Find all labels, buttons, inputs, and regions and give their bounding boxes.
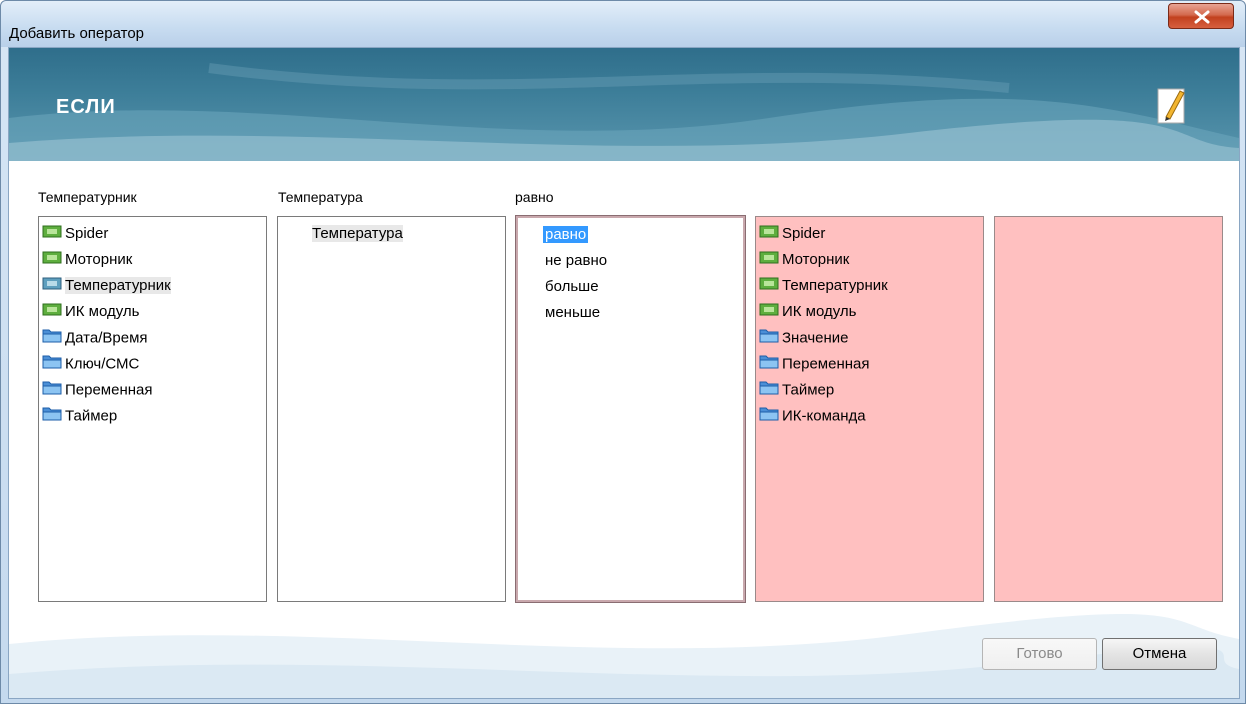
list-item[interactable]: Spider bbox=[42, 223, 108, 245]
list-item[interactable]: Температурник bbox=[759, 275, 888, 297]
device-list[interactable]: Spider Моторник Температурник ИК модуль … bbox=[38, 216, 267, 602]
folder-icon bbox=[42, 407, 62, 421]
header-banner: ЕСЛИ bbox=[9, 48, 1239, 161]
folder-icon bbox=[759, 329, 779, 343]
folder-icon bbox=[42, 381, 62, 395]
value-list[interactable]: Spider Моторник Температурник ИК модуль … bbox=[755, 216, 984, 602]
list-item[interactable]: ИК-команда bbox=[759, 405, 866, 427]
column-label-device: Температурник bbox=[38, 189, 137, 205]
cancel-button[interactable]: Отмена bbox=[1102, 638, 1217, 670]
dialog-window: Добавить оператор ЕСЛИ Температурник Тем… bbox=[0, 0, 1246, 704]
device-icon bbox=[42, 225, 62, 238]
close-icon bbox=[1194, 10, 1210, 24]
device-icon bbox=[42, 251, 62, 264]
folder-icon bbox=[759, 355, 779, 369]
folder-icon bbox=[759, 381, 779, 395]
device-icon bbox=[759, 277, 779, 290]
device-icon bbox=[42, 277, 62, 290]
device-icon bbox=[42, 303, 62, 316]
list-item[interactable]: Переменная bbox=[759, 353, 870, 375]
column-label-parameter: Температура bbox=[278, 189, 363, 205]
list-item[interactable]: Моторник bbox=[759, 249, 849, 271]
window-title: Добавить оператор bbox=[9, 25, 145, 42]
list-item[interactable]: больше bbox=[545, 276, 599, 298]
done-button[interactable]: Готово bbox=[982, 638, 1097, 670]
list-item[interactable]: ИК модуль bbox=[759, 301, 857, 323]
banner-title: ЕСЛИ bbox=[56, 96, 116, 118]
banner-waves bbox=[9, 63, 1239, 161]
device-icon bbox=[759, 251, 779, 264]
list-item[interactable]: Дата/Время bbox=[42, 327, 148, 349]
parameter-list[interactable]: Температура bbox=[277, 216, 506, 602]
list-item[interactable]: Значение bbox=[759, 327, 849, 349]
folder-icon bbox=[42, 355, 62, 369]
list-item[interactable]: Таймер bbox=[42, 405, 117, 427]
extra-value-list[interactable] bbox=[994, 216, 1223, 602]
list-item[interactable]: Температура bbox=[312, 223, 403, 245]
folder-icon bbox=[42, 329, 62, 343]
device-icon bbox=[759, 303, 779, 316]
folder-icon bbox=[759, 407, 779, 421]
title-bar[interactable]: Добавить оператор bbox=[1, 1, 1245, 47]
list-item[interactable]: Ключ/СМС bbox=[42, 353, 139, 375]
list-item[interactable]: Spider bbox=[759, 223, 825, 245]
list-item[interactable]: Моторник bbox=[42, 249, 132, 271]
list-item[interactable]: ИК модуль bbox=[42, 301, 140, 323]
edit-icon bbox=[1157, 88, 1185, 124]
list-item[interactable]: Температурник bbox=[42, 275, 171, 297]
list-item[interactable]: меньше bbox=[545, 302, 600, 324]
list-item[interactable]: равно bbox=[543, 224, 589, 246]
list-item[interactable]: Таймер bbox=[759, 379, 834, 401]
list-item[interactable]: Переменная bbox=[42, 379, 153, 401]
device-icon bbox=[759, 225, 779, 238]
close-button[interactable] bbox=[1168, 3, 1234, 29]
operator-list[interactable]: равно не равно больше меньше bbox=[515, 215, 746, 603]
column-label-operator: равно bbox=[515, 189, 554, 205]
dialog-content: ЕСЛИ Температурник Температура равно Spi… bbox=[8, 47, 1240, 699]
list-item[interactable]: не равно bbox=[545, 250, 607, 272]
